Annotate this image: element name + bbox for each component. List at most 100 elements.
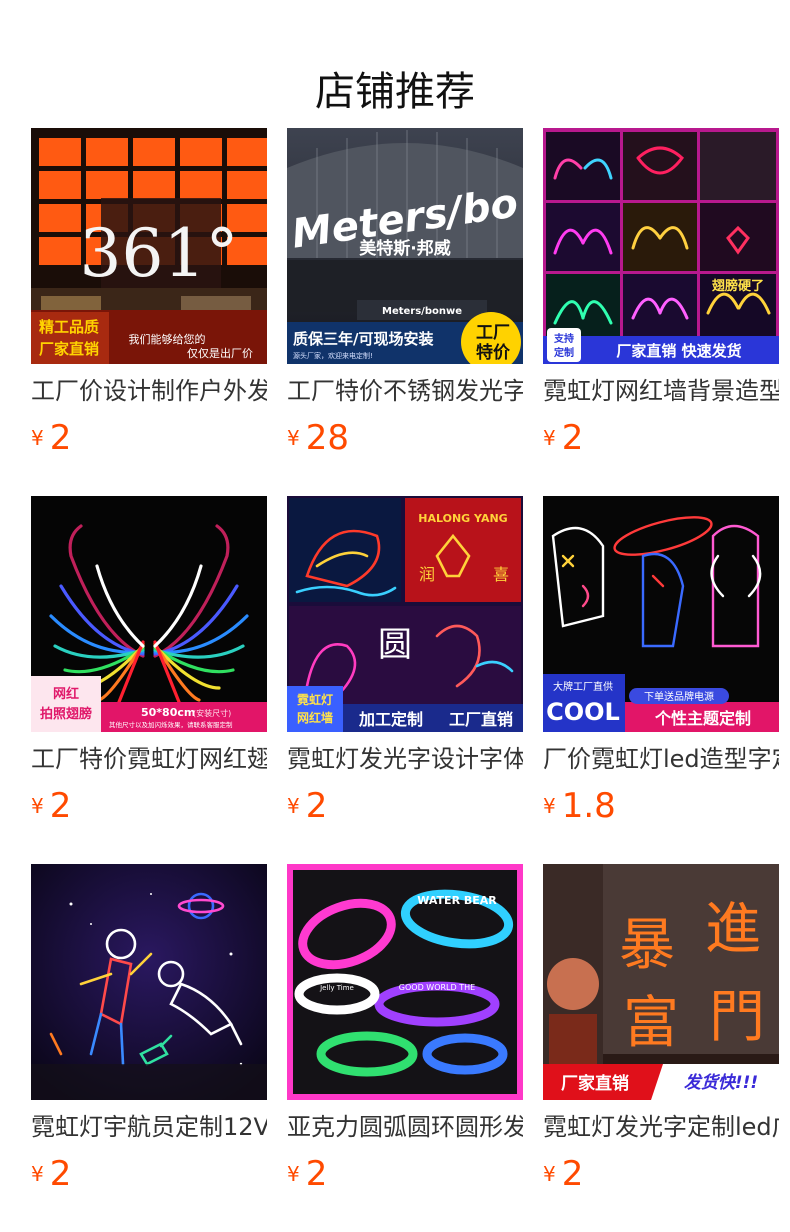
product-image[interactable]: 网红 拍照翅膀 50*80cm (安装尺寸) 其他尺寸以及加闪烁效果，请联系客服… (31, 496, 267, 732)
currency-symbol: ¥ (287, 1162, 300, 1186)
product-image[interactable]: 361° 精工品质 厂家直销 我们能够给您的 仅仅是出厂价 (31, 128, 267, 364)
product-price: ¥2 (287, 1152, 327, 1196)
product-price: ¥28 (287, 416, 349, 460)
product-image-361-signage: 361° 精工品质 厂家直销 我们能够给您的 仅仅是出厂价 (31, 128, 267, 364)
side-right-char: 喜 (493, 565, 509, 584)
store-recommend-page: 店铺推荐 361° 精工品质 厂家直销 我们能够给您的 仅仅是出厂价 工厂价设计… (0, 0, 790, 1232)
product-name[interactable]: 霓虹灯发光字定制led广告牌 (543, 1111, 779, 1143)
banner-text: 厂家直销 快速发货 (616, 342, 741, 360)
side-left-char: 润 (419, 565, 435, 584)
product-card[interactable]: HALONG YANG 润 喜 圆 霓虹灯 网红墙 加工定制 工厂直销 霓虹灯发… (287, 496, 523, 864)
banner-text: 个性主题定制 (654, 709, 751, 728)
currency-symbol: ¥ (31, 794, 44, 818)
product-price: ¥2 (31, 416, 71, 460)
product-image[interactable]: 大牌工厂直供 COOL 下单送品牌电源 个性主题定制 (543, 496, 779, 732)
banner-left: 厂家直销 (561, 1073, 629, 1094)
neon-char-1: 暴 (619, 913, 675, 978)
product-image-chinese-neon-collage: HALONG YANG 润 喜 圆 霓虹灯 网红墙 加工定制 工厂直销 (287, 496, 523, 732)
section-title: 店铺推荐 (315, 68, 475, 115)
badge-line1: 工厂 (476, 323, 510, 343)
product-price: ¥2 (31, 784, 71, 828)
product-image[interactable]: HALONG YANG 润 喜 圆 霓虹灯 网红墙 加工定制 工厂直销 (287, 496, 523, 732)
badge-line2: 特价 (476, 342, 511, 363)
price-value: 2 (49, 418, 72, 458)
currency-symbol: ¥ (31, 1162, 44, 1186)
product-image-neon-wings: 网红 拍照翅膀 50*80cm (安装尺寸) 其他尺寸以及加闪烁效果，请联系客服… (31, 496, 267, 732)
product-image[interactable]: Meters/bo 美特斯·邦威 Meters/bonwe 质保三年/可现场安装… (287, 128, 523, 364)
product-card[interactable]: 霓虹灯宇航员定制12V造型灯 ¥2 (31, 864, 267, 1232)
signage-text: 361° (80, 215, 239, 292)
small-sign: Meters/bonwe (382, 306, 462, 317)
product-image[interactable]: WATER BEAR GOOD WORLD THE Jelly Time (287, 864, 523, 1100)
product-image[interactable]: 暴 進 富 門 厂家直销 发货快!!! (543, 864, 779, 1100)
brand-subtext: 美特斯·邦威 (359, 238, 450, 259)
big-char: 圆 (378, 625, 412, 665)
product-image-neon-wall-collage: 翅膀硬了 支持 定制 厂家直销 快速发货 (543, 128, 779, 364)
corner-tag-line2: 定制 (554, 346, 574, 359)
product-card[interactable]: 361° 精工品质 厂家直销 我们能够给您的 仅仅是出厂价 工厂价设计制作户外发… (31, 128, 267, 496)
corner-tag-line1: 支持 (553, 332, 574, 345)
neon-char-4: 門 (709, 985, 765, 1050)
product-name[interactable]: 亚克力圆弧圆环圆形发光字 (287, 1111, 523, 1143)
banner-right: 发货快!!! (684, 1073, 758, 1093)
product-name[interactable]: 工厂特价不锈钢发光字招牌 (287, 375, 523, 407)
product-card[interactable]: 暴 進 富 門 厂家直销 发货快!!! 霓虹灯发光字定制led广告牌 ¥2 (543, 864, 779, 1232)
currency-symbol: ¥ (287, 794, 300, 818)
product-image[interactable]: 翅膀硬了 支持 定制 厂家直销 快速发货 (543, 128, 779, 364)
neon-char-3: 富 (623, 991, 679, 1056)
product-name[interactable]: 霓虹灯发光字设计字体定制 (287, 743, 523, 775)
caption-line2: 仅仅是出厂价 (187, 346, 253, 360)
currency-symbol: ¥ (543, 794, 556, 818)
product-image-astronaut-neon (31, 864, 267, 1100)
product-price: ¥2 (31, 1152, 71, 1196)
badge-line1: 霓虹灯 (297, 692, 333, 707)
currency-symbol: ¥ (31, 426, 44, 450)
product-price: ¥2 (543, 1152, 583, 1196)
pill-text: 下单送品牌电源 (644, 690, 714, 703)
price-value: 2 (561, 1154, 584, 1194)
size-text: 50*80cm (141, 706, 195, 719)
product-price: ¥1.8 (543, 784, 616, 828)
ring-text-3: Jelly Time (319, 984, 354, 992)
footnote: 其他尺寸以及加闪烁效果，请联系客服定制 (109, 720, 233, 729)
tag-text: 大牌工厂直供 (553, 680, 613, 693)
price-value: 2 (49, 786, 72, 826)
product-price: ¥2 (543, 416, 583, 460)
tile-text: 翅膀硬了 (711, 278, 764, 294)
product-name[interactable]: 工厂价设计制作户外发光字招牌 (31, 375, 267, 407)
badge-line2: 拍照翅膀 (40, 706, 92, 722)
price-value: 28 (305, 418, 349, 458)
currency-symbol: ¥ (543, 1162, 556, 1186)
ring-text-1: WATER BEAR (417, 894, 497, 907)
product-card[interactable]: 大牌工厂直供 COOL 下单送品牌电源 个性主题定制 厂价霓虹灯led造型字定制… (543, 496, 779, 864)
neon-char-2: 進 (705, 897, 761, 962)
product-image-meters-bonwe: Meters/bo 美特斯·邦威 Meters/bonwe 质保三年/可现场安装… (287, 128, 523, 364)
product-name[interactable]: 厂价霓虹灯led造型字定制 (543, 743, 779, 775)
price-value: 2 (49, 1154, 72, 1194)
arc-text: HALONG YANG (418, 512, 507, 525)
price-value: 2 (561, 418, 584, 458)
size-note: (安装尺寸) (193, 708, 231, 718)
product-card[interactable]: 翅膀硬了 支持 定制 厂家直销 快速发货 霓虹灯网红墙背景造型定制 ¥2 (543, 128, 779, 496)
banner-right: 工厂直销 (449, 710, 513, 729)
badge-line2: 网红墙 (297, 710, 333, 725)
badge-line1: 精工品质 (39, 318, 99, 336)
caption-line1: 我们能够给您的 (129, 332, 206, 346)
cool-text: COOL (546, 698, 620, 726)
product-image-acrylic-rings: WATER BEAR GOOD WORLD THE Jelly Time (287, 864, 523, 1100)
price-value: 2 (305, 1154, 328, 1194)
product-image[interactable] (31, 864, 267, 1100)
currency-symbol: ¥ (543, 426, 556, 450)
currency-symbol: ¥ (287, 426, 300, 450)
banner-subtext: 源头厂家，欢迎来电定制! (293, 351, 373, 360)
product-card[interactable]: Meters/bo 美特斯·邦威 Meters/bonwe 质保三年/可现场安装… (287, 128, 523, 496)
badge-line2: 厂家直销 (39, 340, 99, 358)
product-name[interactable]: 工厂特价霓虹灯网红翅膀定制 (31, 743, 267, 775)
product-name[interactable]: 霓虹灯网红墙背景造型定制 (543, 375, 779, 407)
product-price: ¥2 (287, 784, 327, 828)
product-name[interactable]: 霓虹灯宇航员定制12V造型灯 (31, 1111, 267, 1143)
badge-line1: 网红 (53, 686, 79, 702)
product-card[interactable]: WATER BEAR GOOD WORLD THE Jelly Time 亚克力… (287, 864, 523, 1232)
banner-text: 质保三年/可现场安装 (293, 330, 434, 348)
product-card[interactable]: 网红 拍照翅膀 50*80cm (安装尺寸) 其他尺寸以及加闪烁效果，请联系客服… (31, 496, 267, 864)
